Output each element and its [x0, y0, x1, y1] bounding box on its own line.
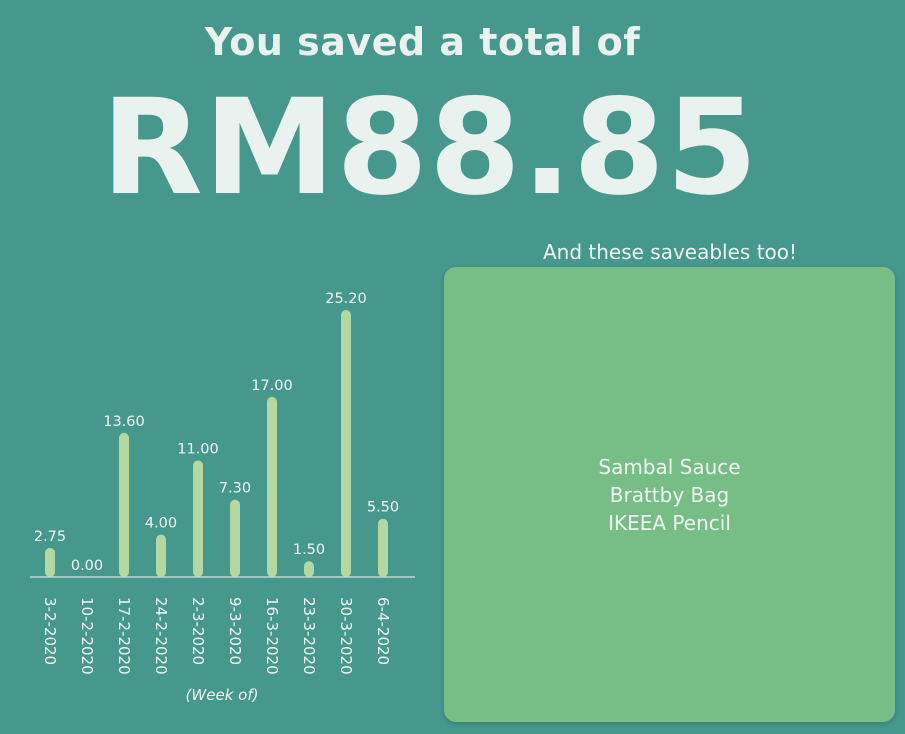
- x-tick-label: 2-3-2020: [189, 597, 207, 665]
- data-label: 0.00: [71, 558, 103, 574]
- saveables-title: And these saveables too!: [542, 240, 798, 264]
- chart-svg: 2.75 3-2-2020 0.00 10-2-2020 13.60 17-2-2020 4…: [30, 291, 415, 704]
- bar: [193, 460, 203, 577]
- bar: [156, 534, 166, 577]
- bar: [119, 432, 129, 577]
- data-label: 17.00: [251, 378, 293, 394]
- bar: [304, 561, 314, 577]
- bar: [341, 310, 351, 577]
- saveable-item: Brattby Bag: [609, 482, 730, 507]
- x-tick-label: 3-2-2020: [41, 597, 59, 665]
- data-label: 1.50: [293, 542, 325, 558]
- saveables-list: Sambal Sauce Brattby Bag IKEEA Pencil: [598, 453, 740, 537]
- data-label: 25.20: [325, 291, 367, 307]
- saveable-item: Sambal Sauce: [598, 454, 741, 479]
- bar: [45, 547, 55, 577]
- bar: [267, 396, 277, 577]
- x-tick-label: 17-2-2020: [115, 597, 133, 675]
- headline: You saved a total of: [204, 20, 641, 64]
- x-tick-label: 24-2-2020: [152, 597, 170, 675]
- bar: [230, 499, 240, 577]
- x-tick-label: 9-3-2020: [226, 597, 244, 665]
- x-tick-label: 10-2-2020: [78, 597, 96, 675]
- x-axis-label: (Week of): [186, 686, 259, 704]
- data-label: 11.00: [177, 441, 219, 457]
- x-tick-label: 6-4-2020: [374, 597, 392, 665]
- weekly-savings-chart: 2.75 3-2-2020 0.00 10-2-2020 13.60 17-2-2020 4…: [0, 270, 430, 734]
- data-label: 4.00: [145, 516, 177, 532]
- data-label: 5.50: [367, 500, 399, 516]
- saveable-item: IKEEA Pencil: [608, 510, 731, 535]
- data-label: 7.30: [219, 481, 251, 497]
- data-label: 13.60: [103, 414, 145, 430]
- bar: [378, 518, 388, 577]
- x-tick-label: 16-3-2020: [263, 597, 281, 675]
- x-tick-label: 30-3-2020: [337, 597, 355, 675]
- total-amount: RM88.85: [101, 71, 759, 225]
- x-tick-label: 23-3-2020: [300, 597, 318, 675]
- data-label: 2.75: [34, 529, 66, 545]
- saveables-card: Sambal Sauce Brattby Bag IKEEA Pencil: [444, 267, 895, 722]
